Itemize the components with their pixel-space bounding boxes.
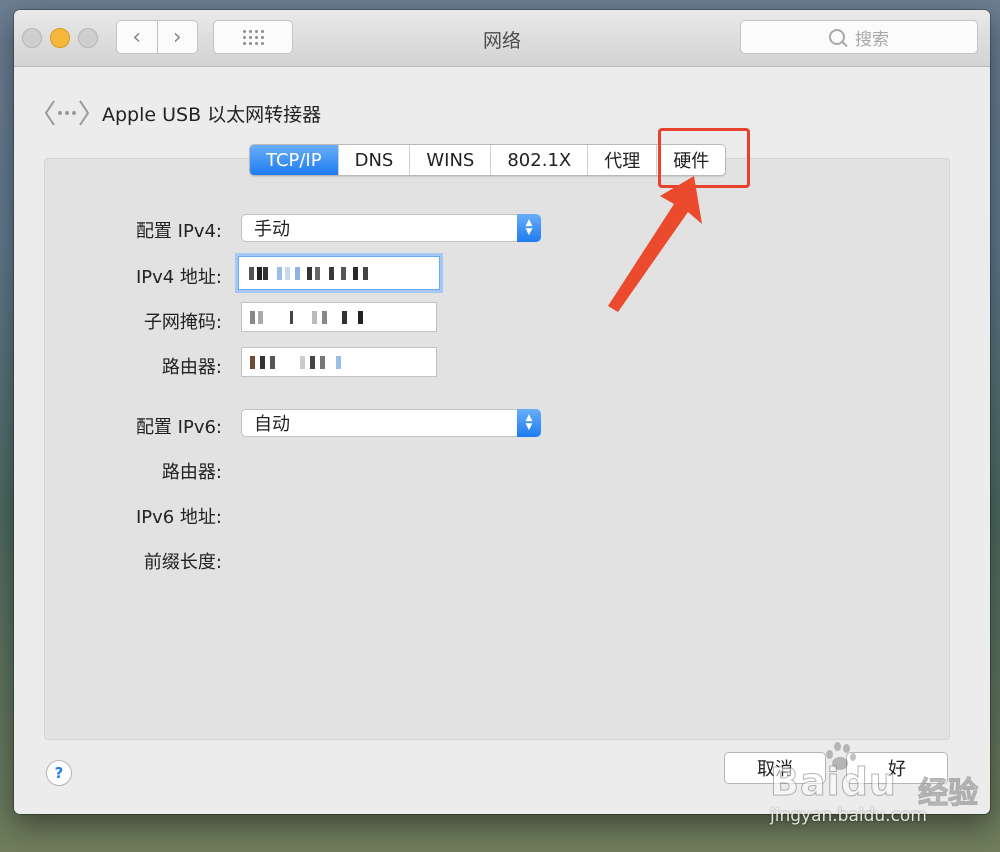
router-ipv6-label: 路由器: xyxy=(161,462,222,483)
configure-ipv6-select[interactable]: 自动 ▲ ▼ xyxy=(241,409,541,437)
red-arrow-annotation xyxy=(608,176,702,312)
ok-button[interactable]: 好 xyxy=(846,752,948,784)
interface-header: Apple USB 以太网转接器 xyxy=(44,96,321,130)
select-stepper-icon: ▲ ▼ xyxy=(517,409,541,437)
tab-8021x[interactable]: 802.1X xyxy=(490,145,588,175)
tab-wins[interactable]: WINS xyxy=(409,145,491,175)
configure-ipv4-label: 配置 IPv4: xyxy=(135,221,222,242)
tcpip-panel xyxy=(44,158,950,740)
redacted-value xyxy=(250,311,370,324)
select-stepper-icon: ▲ ▼ xyxy=(517,214,541,242)
search-icon xyxy=(829,29,845,45)
search-placeholder: 搜索 xyxy=(855,29,889,50)
cancel-button[interactable]: 取消 xyxy=(724,752,826,784)
tab-dns[interactable]: DNS xyxy=(337,145,410,175)
search-field[interactable]: 搜索 xyxy=(740,20,978,54)
tab-tcpip[interactable]: TCP/IP xyxy=(250,145,338,175)
interface-name: Apple USB 以太网转接器 xyxy=(102,103,322,126)
redacted-value xyxy=(249,267,377,280)
configure-ipv6-value: 自动 xyxy=(254,414,290,435)
router-ipv4-field[interactable] xyxy=(241,347,437,377)
configure-ipv6-label: 配置 IPv6: xyxy=(135,417,222,438)
configure-ipv4-value: 手动 xyxy=(254,219,290,240)
titlebar: ‹ › 网络 搜索 xyxy=(14,10,990,67)
ipv6-address-label: IPv6 地址: xyxy=(135,507,222,528)
help-button[interactable]: ? xyxy=(46,760,72,786)
network-preferences-window: ‹ › 网络 搜索 Apple USB 以太网转接器 TCP/IP DNS WI… xyxy=(14,10,990,814)
subnet-mask-label: 子网掩码: xyxy=(143,312,222,333)
ipv4-address-label: IPv4 地址: xyxy=(135,267,222,288)
ipv4-address-field[interactable] xyxy=(238,256,440,290)
subnet-mask-field[interactable] xyxy=(241,302,437,332)
ethernet-dots-icon xyxy=(44,100,90,126)
redacted-value xyxy=(250,356,360,369)
router-ipv4-label: 路由器: xyxy=(161,357,222,378)
prefix-length-label: 前缀长度: xyxy=(143,552,222,573)
configure-ipv4-select[interactable]: 手动 ▲ ▼ xyxy=(241,214,541,242)
